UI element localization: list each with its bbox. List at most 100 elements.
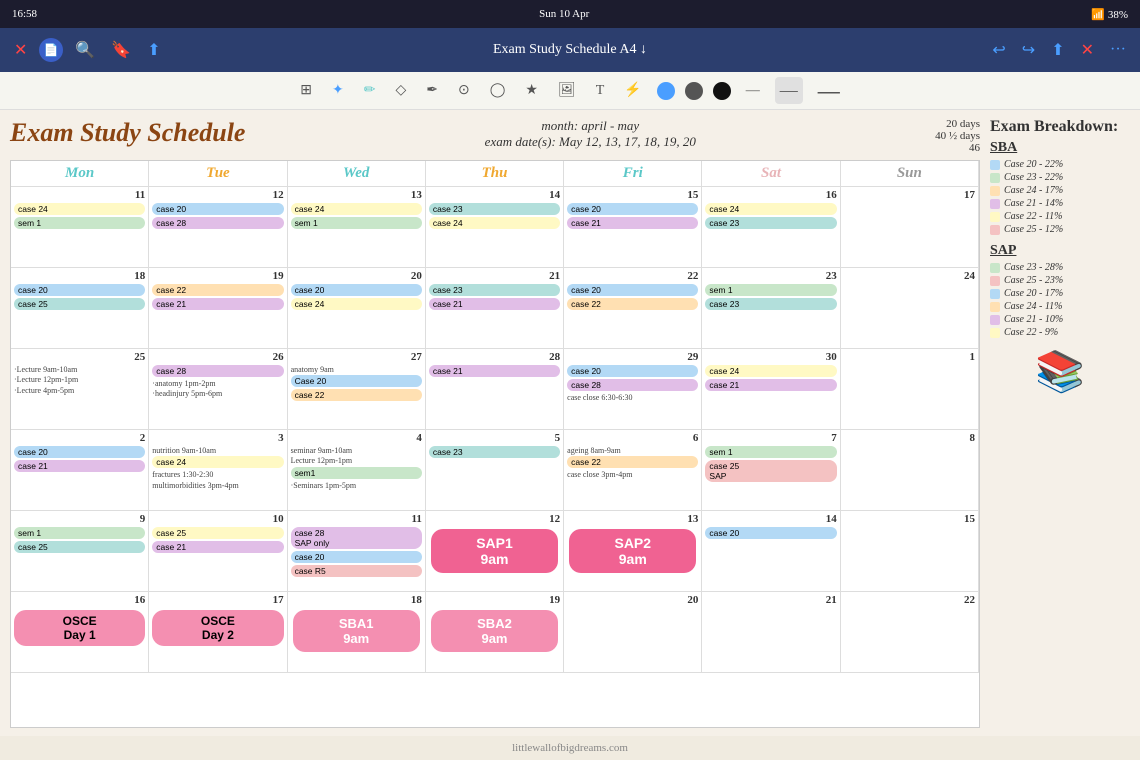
cell-sat-may21: 21 [702,592,840,672]
lasso-tool[interactable]: ⊙ [453,79,475,102]
cell-fri-29: 29 case 20 case 28 case close 6:30-6:30 [564,349,702,429]
cell-fri-may13: 13 SAP29am [564,511,702,591]
sba-item-1: Case 20 - 22% [990,159,1130,170]
shape-tool[interactable]: ◯ [485,79,511,102]
header-sat: Sat [702,161,840,187]
week-row-1: 11 case 24 sem 1 12 case 20 case 28 13 c… [11,187,979,268]
select-tool[interactable]: ⊞ [295,79,317,102]
footer-bar: littlewallofbigdreams.com [0,736,1140,760]
cell-wed-13: 13 case 24 sem 1 [288,187,426,267]
cell-mon-11: 11 case 24 sem 1 [11,187,149,267]
color-circle-blue[interactable] [657,82,675,100]
cell-sun-24: 24 [841,268,979,348]
sba-label: SBA [990,140,1130,156]
cell-sat-may7: 7 sem 1 case 25SAP [702,430,840,510]
battery-display: 📶 38% [1091,8,1128,21]
cell-mon-may9: 9 sem 1 case 25 [11,511,149,591]
sap-color-6 [990,328,1000,338]
footer-text: littlewallofbigdreams.com [512,742,628,754]
sba-item-2: Case 23 - 22% [990,172,1130,183]
header-wed: Wed [288,161,426,187]
pen-tool[interactable]: ✏ [359,79,381,102]
sap-color-2 [990,276,1000,286]
app-icon[interactable]: 📄 [39,38,63,62]
cell-thu-21: 21 case 23 case 21 [426,268,564,348]
cell-tue-12: 12 case 20 case 28 [149,187,287,267]
cell-sun-may22: 22 [841,592,979,672]
sap-text-6: Case 22 - 9% [1004,327,1058,338]
cell-fri-may6: 6 ageing 8am-9am case 22 case close 3pm-… [564,430,702,510]
week-row-5: 9 sem 1 case 25 10 case 25 case 21 11 ca… [11,511,979,592]
cell-tue-may17: 17 OSCEDay 2 [149,592,287,672]
more-options-button[interactable]: ··· [1106,39,1130,61]
sba-text-1: Case 20 - 22% [1004,159,1063,170]
star-tool[interactable]: ★ [520,79,543,102]
share-icon[interactable]: ⬆ [143,38,164,62]
close-button[interactable]: ✕ [10,38,31,62]
cell-tue-19: 19 case 22 case 21 [149,268,287,348]
eraser-tool[interactable]: ◇ [390,79,411,102]
sap-item-5: Case 21 - 10% [990,314,1130,325]
device-frame: 16:58 Sun 10 Apr 📶 38% ✕ 📄 🔍 🔖 ⬆ Exam St… [0,0,1140,760]
sap-item-6: Case 22 - 9% [990,327,1130,338]
cell-thu-28: 28 case 21 [426,349,564,429]
cell-mon-25: 25 ·Lecture 9am-10am·Lecture 12pm-1pm·Le… [11,349,149,429]
line-thick[interactable]: — [813,75,845,107]
sap-text-5: Case 21 - 10% [1004,314,1063,325]
pencil-tool[interactable]: ✒ [421,79,443,102]
text-tool[interactable]: T [591,80,610,102]
search-icon[interactable]: 🔍 [71,38,99,62]
bookmark-icon[interactable]: 🔖 [107,38,135,62]
cell-sat-16: 16 case 24 case 23 [702,187,840,267]
calendar-title: Exam Study Schedule [10,118,245,148]
color-tool[interactable]: ⚡ [619,79,646,102]
sba-color-5 [990,212,1000,222]
drawing-toolbar: ⊞ ✦ ✏ ◇ ✒ ⊙ ◯ ★ 🖼 T ⚡ — — — [0,72,1140,110]
week-row-4: 2 case 20 case 21 3 nutrition 9am-10am c… [11,430,979,511]
close-doc-button[interactable]: ✕ [1077,38,1098,62]
sidebar-title: Exam Breakdown: [990,118,1130,136]
cell-wed-may18: 18 SBA19am [288,592,426,672]
sba-color-2 [990,173,1000,183]
cell-thu-may19: 19 SBA29am [426,592,564,672]
cell-sat-23: 23 sem 1 case 23 [702,268,840,348]
header-tue: Tue [149,161,287,187]
sap-color-3 [990,289,1000,299]
time-display: 16:58 [12,8,37,20]
sba-item-4: Case 21 - 14% [990,198,1130,209]
color-circle-dark[interactable] [685,82,703,100]
sap-color-1 [990,263,1000,273]
cell-sun-17: 17 [841,187,979,267]
main-toolbar: ✕ 📄 🔍 🔖 ⬆ Exam Study Schedule A4 ↓ ↩ ↪ ⬆… [0,28,1140,72]
cell-wed-may4: 4 seminar 9am-10am Lecture 12pm-1pm sem1… [288,430,426,510]
color-circle-black[interactable] [713,82,731,100]
sba-section: SBA Case 20 - 22% Case 23 - 22% Case 24 … [990,140,1130,235]
cell-fri-may20: 20 [564,592,702,672]
cell-sun-may8: 8 [841,430,979,510]
cell-thu-may5: 5 case 23 [426,430,564,510]
cell-sat-may14: 14 case 20 [702,511,840,591]
cell-mon-18: 18 case 20 case 25 [11,268,149,348]
day-headers-row: Mon Tue Wed Thu Fri Sat Sun [11,161,979,187]
sba-color-6 [990,225,1000,235]
sba-color-4 [990,199,1000,209]
export-button[interactable]: ⬆ [1047,38,1068,62]
line-thin[interactable]: — [741,80,765,102]
cell-tue-26: 26 case 28 ·anatomy 1pm-2pm ·headinjury … [149,349,287,429]
sap-section: SAP Case 23 - 28% Case 25 - 23% Case 20 … [990,243,1130,338]
cell-wed-27: 27 anatomy 9am Case 20 case 22 [288,349,426,429]
undo-button[interactable]: ↩ [988,38,1009,62]
document-title[interactable]: Exam Study Schedule A4 ↓ [493,42,647,57]
bluetooth-icon: ✦ [327,79,349,102]
image-tool[interactable]: 🖼 [553,79,581,102]
sap-text-2: Case 25 - 23% [1004,275,1063,286]
date-display: Sun 10 Apr [539,8,589,20]
cell-fri-15: 15 case 20 case 21 [564,187,702,267]
month-label: month: april - may [485,118,696,134]
calendar-area: Exam Study Schedule month: april - may e… [10,118,980,728]
line-medium[interactable]: — [775,77,803,104]
books-illustration: 📚 [990,348,1130,395]
cell-fri-22: 22 case 20 case 22 [564,268,702,348]
redo-button[interactable]: ↪ [1018,38,1039,62]
week-row-6: 16 OSCEDay 1 17 OSCEDay 2 18 SBA19am 19 … [11,592,979,673]
